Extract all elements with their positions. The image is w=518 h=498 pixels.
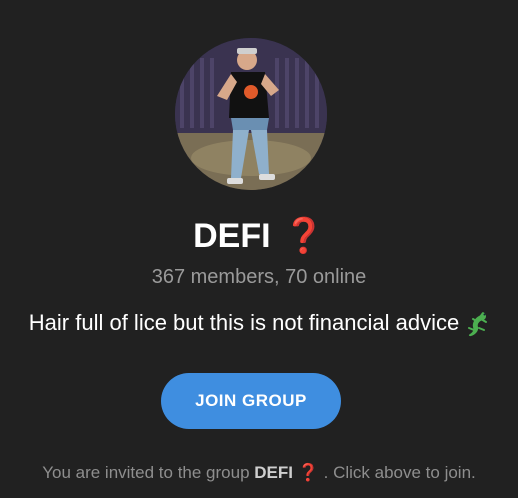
- lizard-icon: [465, 310, 489, 338]
- group-title: DEFI ❓: [0, 214, 518, 258]
- invite-footer: You are invited to the group DEFI ❓ . Cl…: [0, 460, 518, 486]
- group-avatar: [175, 38, 327, 190]
- footer-group-name: DEFI: [254, 463, 293, 482]
- footer-question-mark-icon: ❓: [297, 463, 319, 482]
- join-group-button[interactable]: JOIN GROUP: [161, 373, 341, 429]
- footer-suffix: . Click above to join.: [323, 463, 476, 482]
- question-mark-icon: ❓: [282, 217, 325, 255]
- footer-prefix: You are invited to the group: [42, 463, 255, 482]
- member-count: 367 members, 70 online: [151, 266, 367, 288]
- group-description: Hair full of lice but this is not financ…: [0, 308, 518, 338]
- description-text: Hair full of lice but this is not financ…: [28, 310, 460, 335]
- group-name: DEFI: [193, 217, 271, 255]
